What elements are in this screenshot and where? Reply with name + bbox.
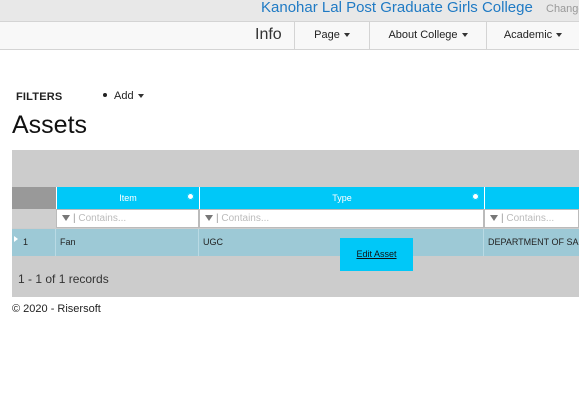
column-header-item[interactable]: Item xyxy=(56,187,199,209)
column-header-item-label: Item xyxy=(119,193,137,203)
caret-down-icon xyxy=(556,33,563,38)
funnel-icon[interactable] xyxy=(205,215,213,222)
add-dropdown[interactable]: Add xyxy=(103,90,144,102)
grid-filter-row: | Contains... | Contains... | Contains..… xyxy=(12,209,579,228)
nav-page-dropdown[interactable]: Page xyxy=(294,22,369,49)
gear-icon[interactable] xyxy=(187,193,194,200)
nav-page-label: Page xyxy=(314,29,340,41)
caret-down-icon xyxy=(461,33,468,38)
bullet-icon xyxy=(103,93,107,98)
page-title: Assets xyxy=(12,111,88,139)
cell-department[interactable]: DEPARTMENT OF SA xyxy=(484,229,579,256)
assets-grid: Item Type | Contains... | Contains... | … xyxy=(12,150,579,297)
gear-icon[interactable] xyxy=(472,193,479,200)
caret-down-icon xyxy=(137,94,144,99)
change-link[interactable]: Change xyxy=(546,3,579,15)
grid-header-row: Item Type xyxy=(12,187,579,209)
column-header-type[interactable]: Type xyxy=(199,187,484,209)
nav-about-college-label: About College xyxy=(388,29,458,41)
funnel-icon[interactable] xyxy=(62,215,70,222)
caret-down-icon xyxy=(343,33,350,38)
filter-department-placeholder: Contains... xyxy=(506,213,555,224)
filter-type-placeholder: Contains... xyxy=(221,213,270,224)
column-header-department[interactable] xyxy=(484,187,579,209)
navbar: Info Page About College Academic xyxy=(0,21,579,50)
funnel-icon[interactable] xyxy=(490,215,498,222)
filters-label: FILTERS xyxy=(16,91,63,103)
filter-item-input[interactable]: | Contains... xyxy=(56,209,199,228)
brand-info[interactable]: Info xyxy=(255,26,282,44)
row-number: 1 xyxy=(23,237,29,247)
filter-type-input[interactable]: | Contains... xyxy=(199,209,484,228)
footer-copyright: © 2020 - Risersoft xyxy=(12,303,101,315)
nav-academic-label: Academic xyxy=(503,29,553,41)
nav-about-college-dropdown[interactable]: About College xyxy=(369,22,486,49)
filter-department-input[interactable]: | Contains... xyxy=(484,209,579,228)
filter-item-placeholder: Contains... xyxy=(78,213,127,224)
add-label: Add xyxy=(114,90,134,102)
college-name-link[interactable]: Kanohar Lal Post Graduate Girls College xyxy=(261,0,533,16)
column-header-type-label: Type xyxy=(332,193,352,203)
nav-academic-dropdown[interactable]: Academic xyxy=(486,22,579,49)
expand-arrow-icon[interactable] xyxy=(14,235,18,242)
top-header-bar: Kanohar Lal Post Graduate Girls College … xyxy=(0,0,579,21)
grid-header-corner xyxy=(12,187,56,209)
row-action-popup: Edit Asset xyxy=(340,238,413,271)
row-number-cell[interactable]: 1 xyxy=(12,229,56,256)
table-row[interactable]: 1 Fan UGC DEPARTMENT OF SA xyxy=(12,229,579,256)
cell-item[interactable]: Fan xyxy=(56,229,199,256)
filter-row-corner xyxy=(12,209,56,228)
edit-asset-link[interactable]: Edit Asset xyxy=(356,249,396,259)
records-count: 1 - 1 of 1 records xyxy=(18,272,109,286)
